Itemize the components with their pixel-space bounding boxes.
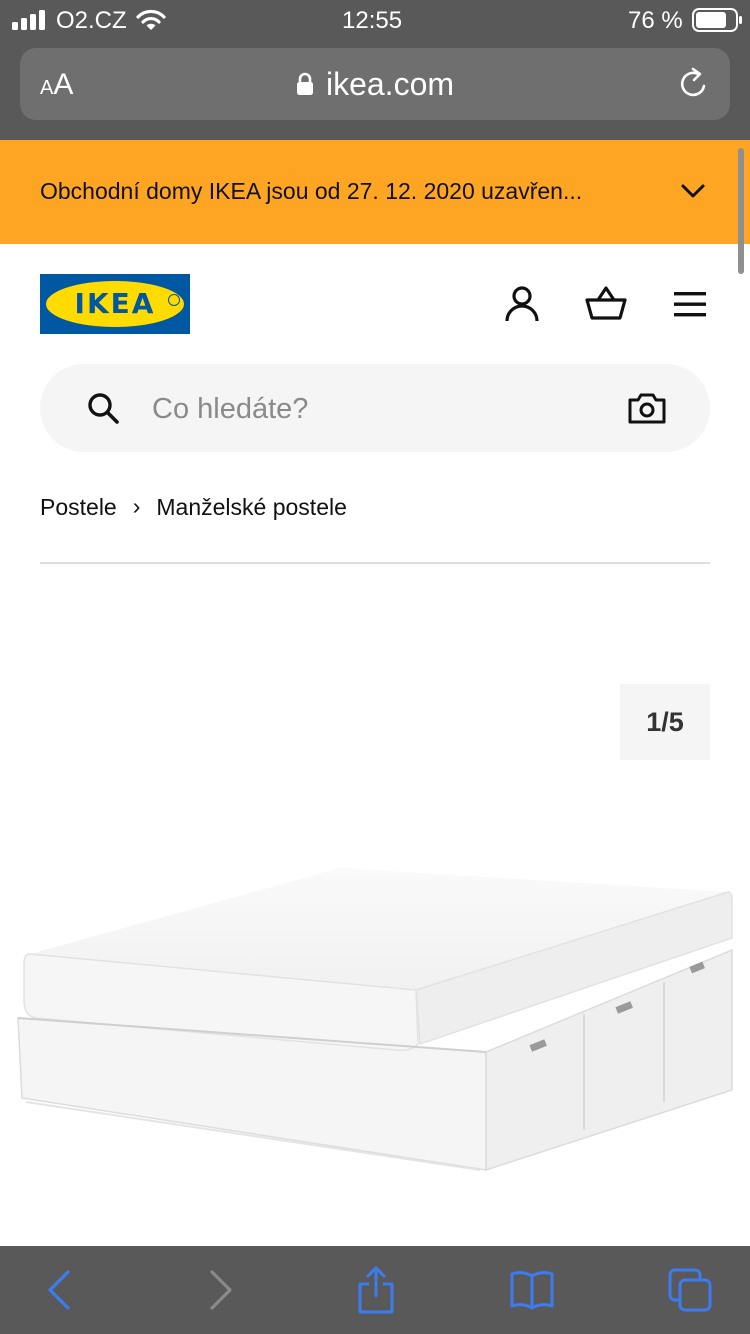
breadcrumb: Postele › Manželské postele bbox=[40, 493, 347, 521]
registered-mark bbox=[168, 294, 180, 306]
divider bbox=[40, 562, 710, 564]
ikea-logo[interactable]: IKEA bbox=[40, 274, 190, 334]
chevron-down-icon[interactable] bbox=[680, 178, 706, 204]
search-icon[interactable] bbox=[86, 391, 120, 425]
url-display[interactable]: ikea.com bbox=[20, 66, 730, 103]
banner-message: Obchodní domy IKEA jsou od 27. 12. 2020 … bbox=[40, 178, 583, 204]
status-bar: O2.CZ 12:55 76 % bbox=[0, 0, 750, 40]
share-icon[interactable] bbox=[352, 1266, 400, 1314]
product-image-bed[interactable] bbox=[0, 840, 750, 1200]
battery-icon bbox=[692, 8, 742, 32]
camera-icon[interactable] bbox=[628, 392, 666, 424]
domain-text: ikea.com bbox=[325, 66, 455, 102]
lock-icon bbox=[296, 72, 313, 95]
shopping-basket-icon[interactable] bbox=[584, 284, 628, 324]
signal-strength-icon bbox=[12, 10, 45, 30]
account-icon[interactable] bbox=[502, 284, 542, 324]
breadcrumb-link-beds[interactable]: Postele bbox=[40, 494, 117, 520]
menu-icon[interactable] bbox=[672, 284, 708, 324]
tabs-icon[interactable] bbox=[666, 1266, 714, 1314]
logo-text: IKEA bbox=[74, 287, 156, 320]
image-counter: 1/5 bbox=[620, 684, 710, 760]
back-icon[interactable] bbox=[36, 1266, 84, 1314]
browser-chrome: AA ikea.com bbox=[0, 40, 750, 140]
scroll-indicator[interactable] bbox=[738, 148, 744, 274]
browser-toolbar bbox=[0, 1246, 750, 1334]
breadcrumb-separator: › bbox=[132, 493, 141, 519]
clock: 12:55 bbox=[342, 7, 403, 34]
reload-icon[interactable] bbox=[676, 66, 712, 102]
forward-icon[interactable] bbox=[196, 1266, 244, 1314]
search-input[interactable] bbox=[150, 384, 584, 434]
search-bar[interactable] bbox=[40, 364, 710, 452]
store-closure-banner[interactable]: Obchodní domy IKEA jsou od 27. 12. 2020 … bbox=[0, 140, 750, 244]
carrier-name: O2.CZ bbox=[56, 7, 127, 34]
breadcrumb-link-double-beds[interactable]: Manželské postele bbox=[156, 494, 347, 520]
battery-percentage: 76 % bbox=[628, 7, 683, 34]
address-bar[interactable]: AA ikea.com bbox=[20, 48, 730, 120]
wifi-icon bbox=[136, 9, 166, 30]
bookmarks-icon[interactable] bbox=[508, 1266, 556, 1314]
